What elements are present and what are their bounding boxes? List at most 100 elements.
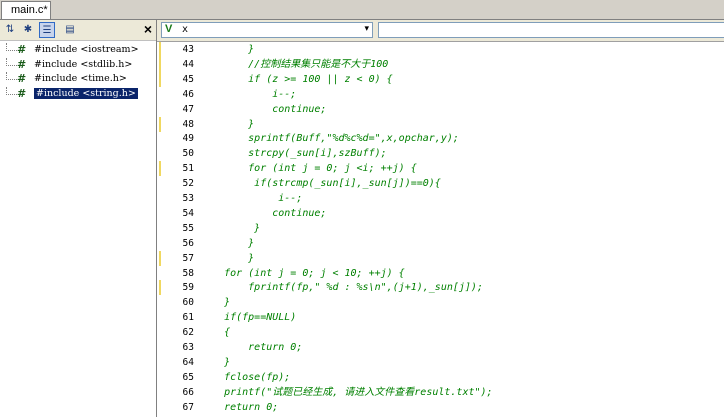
- tree-connector: [6, 72, 17, 80]
- code-text: if(fp==NULL): [200, 312, 297, 324]
- code-line: 48 }: [157, 116, 724, 132]
- include-icon: #: [17, 57, 27, 71]
- include-icon: #: [17, 43, 27, 56]
- include-icon: #: [17, 86, 27, 100]
- symbol-combo[interactable]: V x ▾: [161, 22, 373, 38]
- code-text: {: [200, 327, 231, 339]
- code-line: 44 //控制结果集只能是不大于100: [157, 56, 724, 72]
- code-text: continue;: [200, 103, 327, 115]
- code-line: 63 return 0;: [157, 340, 724, 355]
- line-number: 50: [182, 148, 194, 160]
- code-text: return 0;: [200, 342, 303, 353]
- tree-item-include[interactable]: # #include <string.h>: [0, 86, 156, 102]
- include-icon: #: [17, 72, 27, 85]
- code-line: 54 continue;: [157, 206, 724, 221]
- code-line: 49 sprintf(Buff,"%d%c%d=",x,opchar,y);: [157, 131, 724, 146]
- code-line: 56 }: [157, 236, 724, 251]
- code-line: 58 for (int j = 0; j < 10; ++j) {: [157, 266, 724, 281]
- code-line: 43 }: [157, 42, 724, 57]
- include-tree: # #include <iostream> # #include <stdlib.h>…: [0, 41, 156, 101]
- tree-item-label: #include <iostream>: [34, 44, 139, 55]
- code-text: }: [200, 44, 255, 55]
- tree-item-include[interactable]: # #include <iostream>: [0, 43, 156, 58]
- line-number: 56: [182, 237, 194, 249]
- line-number: 55: [182, 222, 194, 234]
- line-number: 59: [182, 282, 194, 294]
- code-line: 67 return 0;: [157, 400, 724, 415]
- code-line: 62 {: [157, 325, 724, 340]
- code-line: 65 fclose(fp);: [157, 370, 724, 385]
- line-number: 52: [182, 178, 194, 190]
- code-text: if (z >= 100 || z < 0) {: [200, 73, 393, 85]
- line-number: 53: [182, 193, 194, 204]
- line-number: 57: [182, 252, 194, 264]
- code-line: 66 printf("试题已经生成, 请进入文件查看result.txt");: [157, 385, 724, 400]
- line-number: 60: [182, 297, 194, 309]
- code-text: }: [200, 118, 255, 130]
- view-mode-icon[interactable]: ☰: [39, 22, 55, 38]
- code-line: 47 continue;: [157, 102, 724, 117]
- code-text: return 0;: [200, 401, 279, 413]
- line-number: 66: [182, 386, 194, 398]
- code-text: if(strcmp(_sun[i],_sun[j])==0){: [200, 178, 441, 190]
- code-text: continue;: [200, 207, 327, 219]
- editor-tab-bar: main.c*: [0, 0, 724, 20]
- code-line: 45 if (z >= 100 || z < 0) {: [157, 71, 724, 87]
- line-number: 44: [182, 58, 194, 70]
- code-text: }: [200, 222, 261, 234]
- code-text: //控制结果集只能是不大于100: [200, 58, 389, 70]
- code-line: 52 if(strcmp(_sun[i],_sun[j])==0){: [157, 176, 724, 191]
- tree-connector: [6, 43, 17, 51]
- line-number: 63: [182, 342, 194, 353]
- line-number: 61: [182, 312, 194, 324]
- line-number: 58: [182, 267, 194, 279]
- chevron-down-icon[interactable]: ▾: [364, 23, 369, 34]
- code-line: 46 i--;: [157, 87, 724, 102]
- code-text: }: [200, 356, 231, 368]
- code-text: }: [200, 297, 231, 309]
- code-line: 57 }: [157, 250, 724, 266]
- symbol-combo-value: x: [182, 24, 189, 35]
- code-line: 53 i--;: [157, 191, 724, 206]
- properties-icon[interactable]: ▤: [63, 22, 77, 36]
- code-text: fclose(fp);: [200, 371, 291, 383]
- line-number: 67: [182, 401, 194, 413]
- panel-toolbar: ⇅ ✱ ☰ ▤ ×: [0, 20, 156, 41]
- variable-icon: V: [165, 23, 173, 35]
- code-line: 64 }: [157, 355, 724, 370]
- line-number: 46: [182, 88, 194, 100]
- tree-item-include[interactable]: # #include <time.h>: [0, 72, 156, 87]
- line-number: 49: [182, 133, 194, 145]
- code-text: strcpy(_sun[i],szBuff);: [200, 148, 387, 160]
- code-line: 55 }: [157, 221, 724, 236]
- code-line: 51 for (int j = 0; j <i; ++j) {: [157, 161, 724, 177]
- code-text: printf("试题已经生成, 请进入文件查看result.txt");: [200, 386, 493, 398]
- code-line: 59 fprintf(fp," %d : %s\n",(j+1),_sun[j]…: [157, 280, 724, 296]
- line-number: 48: [182, 118, 194, 130]
- member-combo[interactable]: [378, 22, 724, 38]
- code-text: for (int j = 0; j <i; ++j) {: [200, 163, 417, 175]
- line-number: 45: [182, 73, 194, 85]
- class-view-panel: ⇅ ✱ ☰ ▤ × # #include <iostream> # #include …: [0, 20, 157, 417]
- tree-item-label: #include <time.h>: [34, 73, 127, 84]
- tree-item-label: #include <string.h>: [34, 87, 138, 99]
- tab-main-c[interactable]: main.c*: [1, 1, 51, 19]
- code-text: for (int j = 0; j < 10; ++j) {: [200, 267, 405, 279]
- code-text: i--;: [200, 193, 303, 204]
- code-text: i--;: [200, 88, 297, 100]
- code-editor[interactable]: 43 } 44 //控制结果集只能是不大于100 45 if (z >= 100 |…: [157, 42, 724, 417]
- code-line: 61 if(fp==NULL): [157, 310, 724, 325]
- line-number: 64: [182, 356, 194, 368]
- close-panel-button[interactable]: ×: [144, 21, 152, 37]
- tree-item-label: #include <stdlib.h>: [34, 58, 133, 70]
- sort-icon[interactable]: ⇅: [3, 22, 17, 36]
- filter-icon[interactable]: ✱: [21, 22, 35, 36]
- line-number: 51: [182, 163, 194, 175]
- tree-item-include[interactable]: # #include <stdlib.h>: [0, 57, 156, 73]
- line-number: 43: [182, 44, 194, 55]
- navigation-bar: V x ▾: [157, 20, 724, 42]
- line-number: 65: [182, 371, 194, 383]
- line-number: 54: [182, 207, 194, 219]
- code-text: fprintf(fp," %d : %s\n",(j+1),_sun[j]);: [200, 282, 483, 294]
- code-line: 60 }: [157, 295, 724, 310]
